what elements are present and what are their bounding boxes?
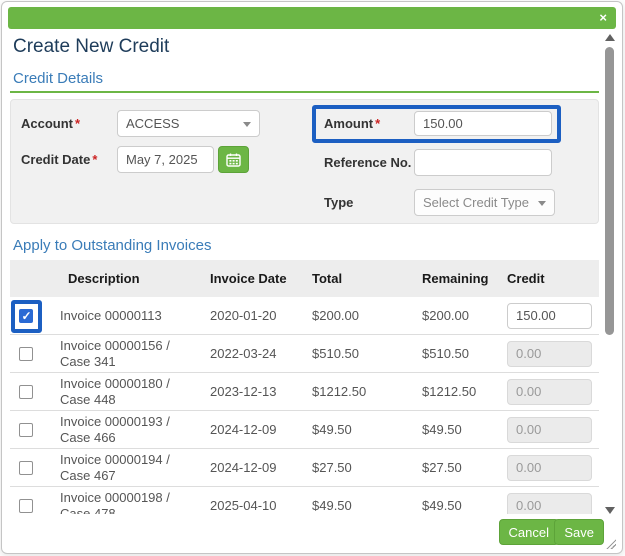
section-divider [10, 91, 599, 93]
credit-amount-input[interactable] [507, 455, 592, 481]
table-row: Invoice 00000113 2020-01-20 $200.00 $200… [10, 297, 599, 335]
header-total: Total [302, 271, 412, 286]
credit-amount-input[interactable] [507, 303, 592, 329]
credit-amount-input[interactable] [507, 493, 592, 515]
invoice-total: $49.50 [302, 422, 412, 437]
invoice-remaining: $510.50 [412, 346, 497, 361]
invoice-total: $49.50 [302, 498, 412, 513]
credit-amount-input[interactable] [507, 341, 592, 367]
close-icon[interactable]: × [599, 10, 607, 26]
section-apply-invoices: Apply to Outstanding Invoices [13, 237, 211, 254]
credit-amount-input[interactable] [507, 417, 592, 443]
invoice-description: Invoice 00000180 / Case 448 [50, 376, 202, 407]
credit-date-input[interactable] [117, 146, 214, 173]
table-row: Invoice 00000180 / Case 448 2023-12-13 $… [10, 373, 599, 411]
invoice-remaining: $200.00 [412, 308, 497, 323]
create-credit-modal: × Create New Credit Credit Details Accou… [1, 1, 623, 554]
invoice-total: $1212.50 [302, 384, 412, 399]
modal-scrollbar[interactable] [604, 34, 615, 514]
invoice-description: Invoice 00000198 / Case 478 [50, 490, 202, 514]
invoice-description: Invoice 00000194 / Case 467 [50, 452, 202, 483]
invoice-total: $27.50 [302, 460, 412, 475]
table-row: Invoice 00000198 / Case 478 2025-04-10 $… [10, 487, 599, 514]
invoice-date: 2024-12-09 [202, 422, 302, 437]
invoice-remaining: $49.50 [412, 422, 497, 437]
scroll-down-icon[interactable] [605, 507, 615, 514]
invoice-description: Invoice 00000113 [50, 308, 202, 324]
reference-no-label: Reference No. [324, 155, 413, 170]
save-button[interactable]: Save [554, 519, 604, 545]
invoice-checkbox[interactable] [19, 499, 33, 513]
scrollbar-thumb[interactable] [605, 47, 614, 335]
type-label: Type [324, 195, 355, 210]
table-header-row: Description Invoice Date Total Remaining… [10, 260, 599, 297]
invoice-checkbox[interactable] [19, 385, 33, 399]
invoice-date: 2025-04-10 [202, 498, 302, 513]
header-description: Description [50, 271, 202, 287]
table-body: Invoice 00000113 2020-01-20 $200.00 $200… [10, 297, 599, 514]
credit-date-label: Credit Date* [21, 152, 97, 167]
chevron-down-icon [243, 122, 251, 127]
credit-type-select[interactable]: Select Credit Type [414, 189, 555, 216]
invoice-checkbox[interactable] [19, 461, 33, 475]
table-row: Invoice 00000156 / Case 341 2022-03-24 $… [10, 335, 599, 373]
amount-input[interactable] [414, 111, 552, 136]
header-credit: Credit [497, 271, 599, 286]
header-remaining: Remaining [412, 271, 497, 286]
chevron-down-icon [538, 201, 546, 206]
table-row: Invoice 00000193 / Case 466 2024-12-09 $… [10, 411, 599, 449]
invoice-remaining: $27.50 [412, 460, 497, 475]
invoices-table: Description Invoice Date Total Remaining… [10, 260, 599, 514]
credit-amount-input[interactable] [507, 379, 592, 405]
scroll-up-icon[interactable] [605, 34, 615, 41]
calendar-button[interactable] [218, 146, 249, 173]
invoice-description: Invoice 00000193 / Case 466 [50, 414, 202, 445]
table-row: Invoice 00000194 / Case 467 2024-12-09 $… [10, 449, 599, 487]
calendar-icon [226, 153, 241, 167]
invoice-date: 2020-01-20 [202, 308, 302, 323]
account-label: Account* [21, 116, 80, 131]
invoice-remaining: $49.50 [412, 498, 497, 513]
resize-grip-icon[interactable] [605, 538, 616, 549]
amount-label: Amount* [324, 116, 380, 131]
invoice-checkbox[interactable] [19, 423, 33, 437]
reference-no-input[interactable] [414, 149, 552, 176]
section-credit-details: Credit Details [13, 70, 103, 87]
invoice-checkbox[interactable] [19, 347, 33, 361]
invoice-date: 2023-12-13 [202, 384, 302, 399]
invoice-remaining: $1212.50 [412, 384, 497, 399]
page-title: Create New Credit [13, 36, 169, 58]
cancel-button[interactable]: Cancel [499, 519, 559, 545]
invoice-description: Invoice 00000156 / Case 341 [50, 338, 202, 369]
invoice-total: $200.00 [302, 308, 412, 323]
header-invoice-date: Invoice Date [202, 271, 302, 286]
invoice-total: $510.50 [302, 346, 412, 361]
invoice-checkbox[interactable] [19, 309, 33, 323]
credit-details-panel: Account* ACCESS Credit Date* Amount* [10, 99, 599, 224]
invoice-date: 2024-12-09 [202, 460, 302, 475]
modal-titlebar: × [8, 7, 616, 29]
invoice-date: 2022-03-24 [202, 346, 302, 361]
account-select[interactable]: ACCESS [117, 110, 260, 137]
